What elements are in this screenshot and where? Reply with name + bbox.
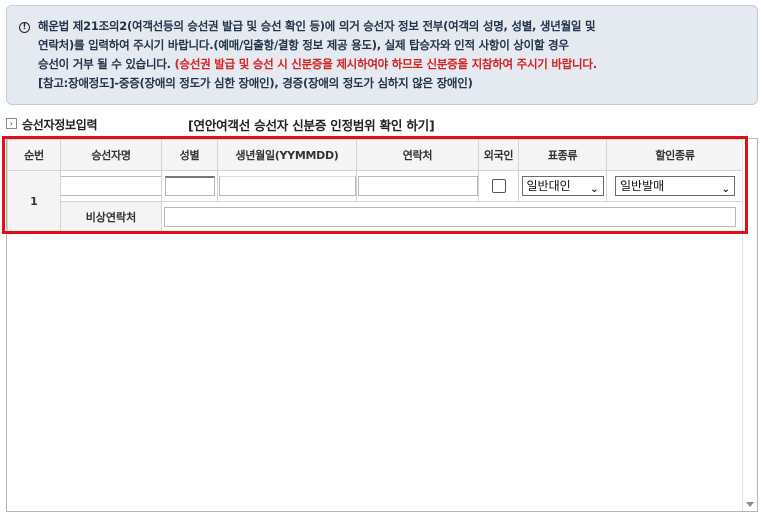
notice-line-1: 해운법 제21조의2(여객선등의 승선권 발급 및 승선 확인 등)에 의거 승… <box>38 19 596 33</box>
ticket-type-cell: 일반대인 ⌄ <box>518 170 607 202</box>
header-foreigner: 외국인 <box>478 139 519 171</box>
passenger-table-wrap: 순번 승선자명 성별 생년월일(YYMMDD) 연락처 외국인 표종류 할인종류… <box>7 139 744 233</box>
section-title: 승선자정보입력 <box>22 118 98 132</box>
chevron-down-icon: ⌄ <box>721 184 730 195</box>
notice-line-2: 연락처)를 입력하여 주시기 바랍니다.(예매/입출항/결항 정보 제공 용도)… <box>38 38 569 52</box>
vertical-scrollbar[interactable] <box>742 139 757 511</box>
ticket-type-value: 일반대인 <box>526 179 571 193</box>
discount-type-select[interactable]: 일반발매 ⌄ <box>615 176 735 196</box>
emergency-cell <box>161 201 744 233</box>
discount-type-cell: 일반발매 ⌄ <box>606 170 744 202</box>
emergency-contact-input[interactable] <box>164 207 736 227</box>
header-gender: 성별 <box>161 139 218 171</box>
passenger-table: 순번 승선자명 성별 생년월일(YYMMDD) 연락처 외국인 표종류 할인종류… <box>7 139 744 233</box>
gender-cell <box>161 170 218 202</box>
header-phone: 연락처 <box>356 139 479 171</box>
phone-input[interactable] <box>357 176 478 196</box>
birthdate-cell <box>217 170 357 202</box>
header-birthdate: 생년월일(YYMMDD) <box>217 139 357 171</box>
header-ticket-type: 표종류 <box>518 139 607 171</box>
notice-line-4: [참고:장애정도]-중증(장애의 정도가 심한 장애인), 경증(장애의 정도가… <box>38 76 473 90</box>
birthdate-input[interactable] <box>218 176 356 196</box>
table-header-row: 순번 승선자명 성별 생년월일(YYMMDD) 연락처 외국인 표종류 할인종류 <box>7 139 744 171</box>
section-header: › 승선자정보입력 [연안여객선 승선자 신분증 인정범위 확인 하기] <box>6 115 758 134</box>
emergency-row: 비상연락처 <box>8 201 744 233</box>
notice-line-3-warning: (승선권 발급 및 승선 시 신분증을 제시하여야 하므로 신분증을 지참하여 … <box>174 57 598 71</box>
chevron-right-icon: › <box>6 118 17 129</box>
scroll-down-arrow-icon[interactable] <box>746 502 754 507</box>
id-scope-link[interactable]: [연안여객선 승선자 신분증 인정범위 확인 하기] <box>188 115 435 134</box>
table-row: 1 일반대인 ⌄ 일반발매 ⌄ <box>7 170 744 233</box>
foreigner-cell <box>478 170 519 202</box>
header-name: 승선자명 <box>60 139 162 171</box>
notice-line-3: 승선이 거부 될 수 있습니다. (승선권 발급 및 승선 시 신분증을 제시하… <box>38 55 745 74</box>
row-number: 1 <box>7 170 61 233</box>
passenger-panel: 순번 승선자명 성별 생년월일(YYMMDD) 연락처 외국인 표종류 할인종류… <box>6 138 758 512</box>
exclamation-icon: ! <box>19 22 30 33</box>
notice-text: 해운법 제21조의2(여객선등의 승선권 발급 및 승선 확인 등)에 의거 승… <box>38 17 745 93</box>
emergency-label: 비상연락처 <box>60 201 162 233</box>
passenger-name-input[interactable] <box>61 176 162 196</box>
header-seq: 순번 <box>7 139 61 171</box>
chevron-down-icon: ⌄ <box>590 184 599 195</box>
header-discount-type: 할인종류 <box>606 139 744 171</box>
name-cell <box>60 170 162 202</box>
gender-input[interactable] <box>164 176 215 196</box>
ticket-type-select[interactable]: 일반대인 ⌄ <box>521 176 604 196</box>
notice-line-3-plain: 승선이 거부 될 수 있습니다. <box>38 57 171 71</box>
notice-box: ! 해운법 제21조의2(여객선등의 승선권 발급 및 승선 확인 등)에 의거… <box>6 5 758 105</box>
phone-cell <box>356 170 479 202</box>
foreigner-checkbox[interactable] <box>491 179 506 193</box>
discount-type-value: 일반발매 <box>620 179 665 193</box>
